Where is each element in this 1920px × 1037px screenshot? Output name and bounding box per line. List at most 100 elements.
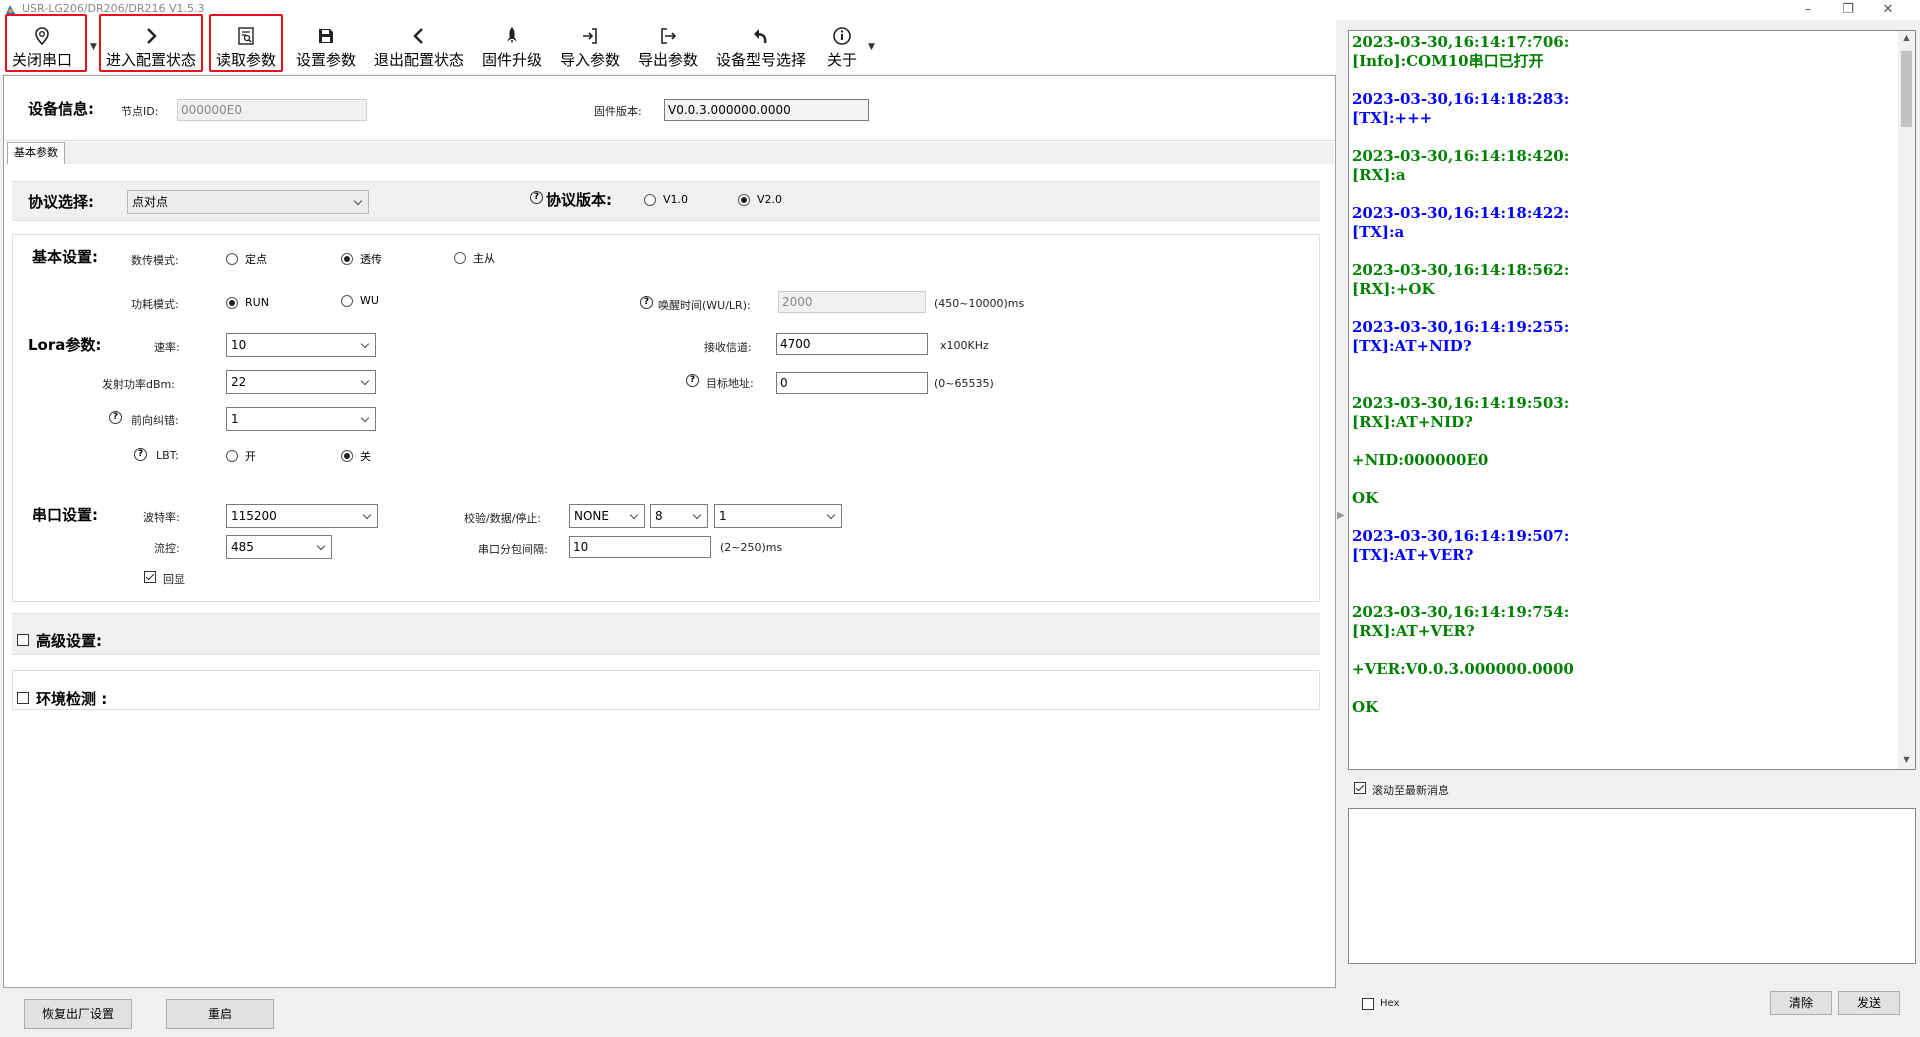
about-button[interactable]: 关于 (820, 24, 864, 70)
more-dropdown-icon[interactable]: ▼ (868, 42, 875, 52)
restore-icon[interactable]: ❐ (1828, 0, 1868, 20)
rate-select[interactable]: 10 (226, 333, 376, 357)
log-timestamp: 2023-03-30,16:14:18:420: (1352, 147, 1570, 165)
echo-checkbox[interactable] (144, 571, 156, 583)
autoscroll-checkbox[interactable] (1354, 782, 1366, 794)
stop-bits-select[interactable]: 1 (714, 504, 842, 528)
set-params-button[interactable]: 设置参数 (292, 24, 360, 70)
save-icon (319, 29, 333, 43)
log-line: [RX]:AT+NID? (1352, 413, 1473, 431)
parity-select[interactable]: NONE (569, 504, 645, 528)
wake-time-range: (450~10000)ms (934, 297, 1025, 310)
env-detect-label: 环境检测 : (36, 690, 108, 708)
mode-master-slave-label: 主从 (473, 252, 495, 265)
help-icon[interactable]: ? (109, 411, 122, 424)
parity-data-stop-label: 校验/数据/停止: (464, 512, 542, 525)
radio-on-icon (226, 296, 238, 309)
config-panel: 设备信息: 节点ID: 000000E0 固件版本: V0.0.3.000000… (3, 75, 1336, 988)
radio-off-icon (644, 193, 656, 206)
radio-off-icon (226, 450, 238, 462)
power-run-radio[interactable]: RUN (226, 296, 269, 309)
firmware-upgrade-button[interactable]: 固件升级 (478, 24, 546, 70)
log-line: +NID:000000E0 (1352, 451, 1489, 469)
import-params-button[interactable]: 导入参数 (556, 24, 624, 70)
advanced-settings-checkbox[interactable] (17, 634, 29, 646)
node-id-label: 节点ID: (121, 105, 159, 118)
send-button[interactable]: 发送 (1838, 991, 1900, 1015)
tab-basic-params[interactable]: 基本参数 (7, 142, 65, 164)
mode-fixed-radio[interactable]: 定点 (226, 251, 267, 267)
hex-checkbox[interactable] (1362, 998, 1374, 1010)
flow-control-select[interactable]: 485 (226, 535, 332, 559)
restart-button[interactable]: 重启 (166, 999, 274, 1029)
protocol-v1-radio[interactable]: V1.0 (644, 193, 688, 206)
log-output[interactable]: 2023-03-30,16:14:17:706: [Info]:COM10串口已打… (1348, 30, 1916, 770)
scroll-thumb[interactable] (1901, 51, 1912, 127)
device-info-label: 设备信息: (28, 100, 94, 118)
log-timestamp: 2023-03-30,16:14:18:283: (1352, 90, 1570, 108)
close-icon[interactable]: ✕ (1868, 0, 1908, 20)
log-line: [RX]:a (1352, 166, 1406, 184)
mode-master-slave-radio[interactable]: 主从 (454, 250, 495, 266)
lbt-off-radio[interactable]: 关 (341, 448, 371, 464)
power-wu-radio[interactable]: WU (341, 294, 379, 307)
help-icon[interactable]: ? (530, 191, 543, 204)
advanced-settings-bar (12, 613, 1320, 655)
baud-rate-select[interactable]: 115200 (226, 504, 378, 528)
undo-arrow-icon (754, 29, 767, 44)
mode-transparent-radio[interactable]: 透传 (341, 251, 382, 267)
log-line: [TX]:a (1352, 223, 1405, 241)
protocol-v2-radio[interactable]: V2.0 (738, 193, 782, 206)
wake-time-field[interactable]: 2000 (778, 291, 926, 313)
node-id-field[interactable]: 000000E0 (177, 99, 367, 121)
radio-off-icon (226, 253, 238, 265)
title-bar: USR-LG206/DR206/DR216 V1.5.3 – ❐ ✕ (0, 0, 1920, 20)
help-icon[interactable]: ? (686, 374, 699, 387)
export-icon (661, 28, 677, 44)
lbt-on-radio[interactable]: 开 (226, 448, 256, 464)
data-bits-select[interactable]: 8 (650, 504, 708, 528)
rx-channel-unit: x100KHz (940, 339, 989, 352)
highlight-box-2 (99, 14, 203, 72)
log-line: OK (1352, 698, 1379, 716)
model-select-button[interactable]: 设备型号选择 (712, 24, 810, 70)
log-timestamp: 2023-03-30,16:14:18:562: (1352, 261, 1570, 279)
minimize-icon[interactable]: – (1788, 0, 1828, 20)
log-timestamp: 2023-03-30,16:14:18:422: (1352, 204, 1570, 222)
fec-select[interactable]: 1 (226, 407, 376, 431)
send-input[interactable] (1348, 808, 1916, 964)
chevron-left-icon (413, 28, 423, 44)
log-timestamp: 2023-03-30,16:14:19:507: (1352, 527, 1570, 545)
protocol-select[interactable]: 点对点 (127, 190, 369, 214)
rx-channel-field[interactable]: 4700 (776, 333, 928, 355)
target-address-field[interactable]: 0 (776, 372, 928, 394)
packet-interval-field[interactable]: 10 (569, 536, 711, 558)
scroll-down-icon[interactable]: ▼ (1900, 755, 1913, 764)
log-timestamp: 2023-03-30,16:14:19:754: (1352, 603, 1570, 621)
import-params-label: 导入参数 (559, 51, 620, 69)
firmware-upgrade-label: 固件升级 (481, 51, 542, 69)
clear-button[interactable]: 清除 (1770, 991, 1832, 1015)
help-icon[interactable]: ? (134, 448, 147, 461)
exit-config-button[interactable]: 退出配置状态 (370, 24, 468, 70)
help-icon[interactable]: ? (640, 296, 653, 309)
power-run-label: RUN (245, 296, 269, 309)
env-detect-checkbox[interactable] (17, 692, 29, 704)
panel-splitter-icon[interactable]: ▶ (1337, 510, 1345, 550)
packet-interval-label: 串口分包间隔: (478, 543, 548, 556)
log-line: OK (1352, 489, 1379, 507)
protocol-v1-label: V1.0 (663, 193, 689, 206)
scroll-up-icon[interactable]: ▲ (1900, 33, 1913, 42)
model-select-label: 设备型号选择 (715, 51, 806, 69)
tx-power-select[interactable]: 22 (226, 370, 376, 394)
radio-on-icon (341, 253, 353, 265)
factory-reset-button[interactable]: 恢复出厂设置 (24, 999, 132, 1029)
log-line: [TX]:AT+VER? (1352, 546, 1474, 564)
export-params-button[interactable]: 导出参数 (634, 24, 702, 70)
log-line: [TX]:+++ (1352, 109, 1433, 127)
log-scrollbar[interactable]: ▲ ▼ (1898, 31, 1915, 769)
chevron-down-icon[interactable]: ▼ (90, 42, 97, 52)
log-timestamp: 2023-03-30,16:14:17:706: (1352, 33, 1570, 51)
mode-fixed-label: 定点 (245, 253, 267, 266)
app-window: USR-LG206/DR206/DR216 V1.5.3 – ❐ ✕ 关闭串口 … (0, 0, 1920, 1037)
